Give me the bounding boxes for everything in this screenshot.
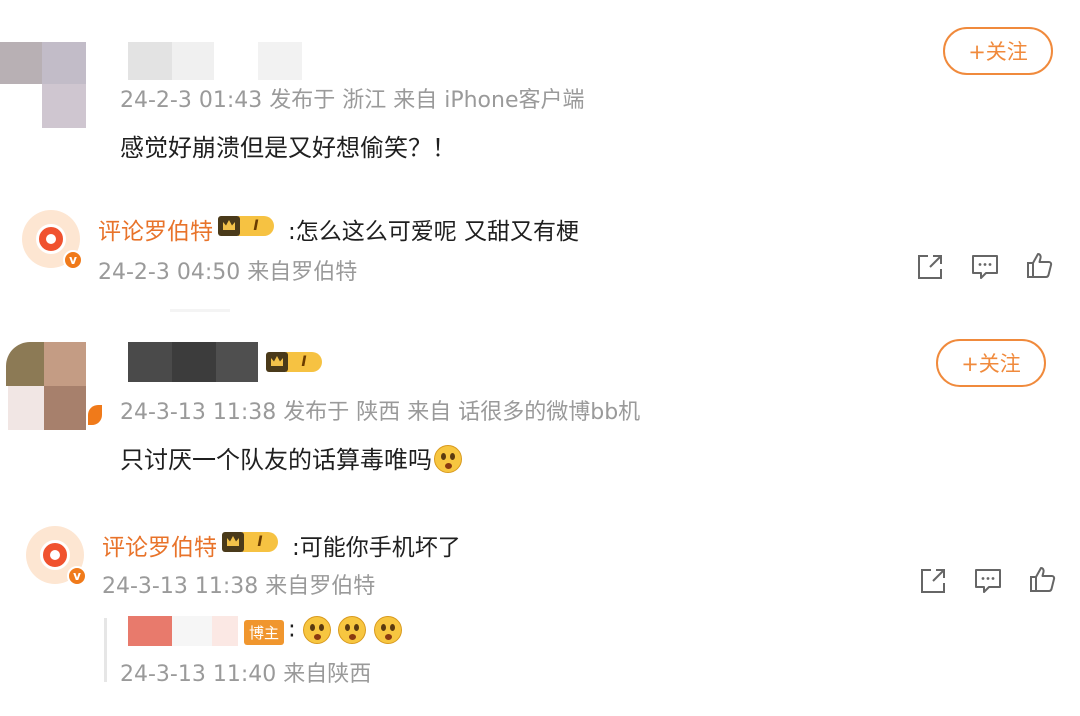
- follow-button[interactable]: +关注: [936, 339, 1046, 387]
- sub-reply-text: :: [288, 616, 402, 644]
- blogger-badge: 博主: [244, 620, 285, 645]
- comment-meta: 24-2-3 01:43 发布于 浙江 来自 iPhone客户端: [120, 88, 585, 113]
- like-icon[interactable]: [1024, 250, 1054, 280]
- username-redacted[interactable]: [128, 342, 258, 382]
- comment-text: 感觉好崩溃但是又好想偷笑？！: [120, 134, 456, 162]
- crown-icon[interactable]: I: [266, 352, 322, 372]
- crown-icon[interactable]: I: [222, 532, 278, 552]
- sub-reply-border: [104, 618, 107, 682]
- username-redacted[interactable]: [128, 42, 308, 80]
- reply-meta: 24-3-13 11:38 来自罗伯特: [102, 574, 376, 599]
- wondering-emoji-icon: [434, 445, 462, 473]
- reply-author[interactable]: 评论罗伯特: [102, 528, 217, 562]
- username-redacted[interactable]: [128, 616, 238, 646]
- crown-icon[interactable]: I: [218, 216, 274, 236]
- reply-text: :怎么这么可爱呢 又甜又有梗: [288, 219, 580, 245]
- follow-button[interactable]: +关注: [943, 27, 1053, 75]
- verified-badge: v: [63, 250, 83, 270]
- share-icon[interactable]: [915, 252, 945, 282]
- verified-badge: v: [67, 566, 87, 586]
- wondering-emoji-icon: [303, 616, 332, 644]
- comment-text-label: 只讨厌一个队友的话算毒唯吗: [120, 446, 432, 474]
- like-icon[interactable]: [1027, 564, 1057, 594]
- divider: [170, 309, 230, 312]
- comment-icon[interactable]: [970, 252, 1000, 282]
- wondering-emoji-icon: [373, 616, 402, 644]
- sub-reply-colon: :: [288, 616, 296, 643]
- sub-reply-meta: 24-3-13 11:40 来自陕西: [120, 662, 372, 687]
- wondering-emoji-icon: [338, 616, 367, 644]
- user-avatar[interactable]: [0, 42, 90, 130]
- reply-meta: 24-2-3 04:50 来自罗伯特: [98, 260, 358, 285]
- comment-icon[interactable]: [973, 566, 1003, 596]
- reply-text: :可能你手机坏了: [292, 535, 461, 561]
- share-icon[interactable]: [918, 566, 948, 596]
- comment-text: 只讨厌一个队友的话算毒唯吗: [120, 440, 462, 475]
- comment-meta: 24-3-13 11:38 发布于 陕西 来自 话很多的微博bb机: [120, 400, 641, 425]
- reply-author[interactable]: 评论罗伯特: [98, 212, 213, 246]
